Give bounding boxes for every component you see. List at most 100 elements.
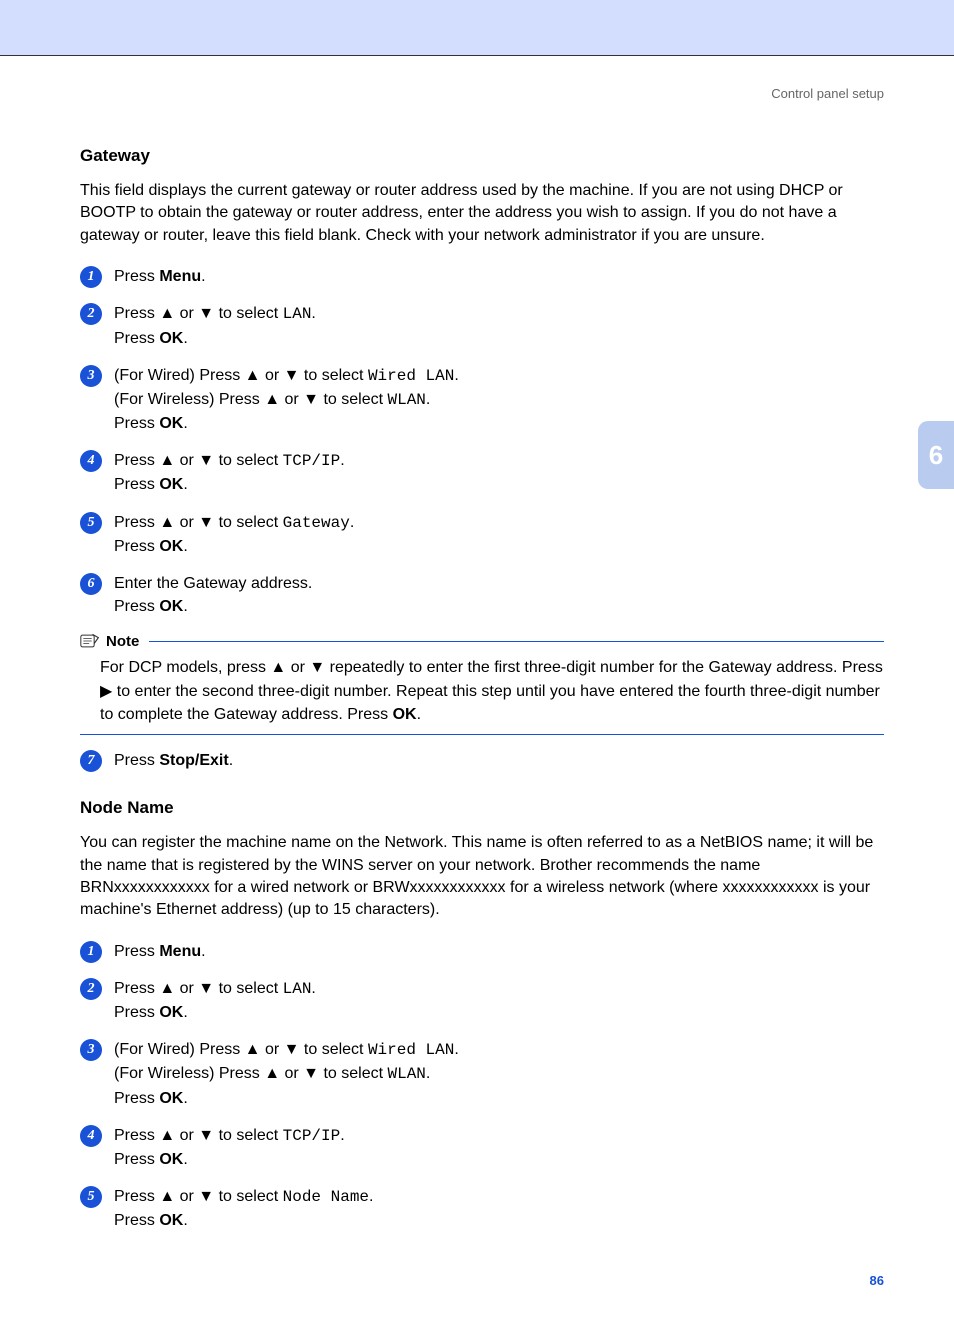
gateway-step-3: 3 (For Wired) Press ▲ or ▼ to select Wir… [80,364,884,436]
step-mono: LAN [283,305,312,323]
nodename-step-1: 1 Press Menu. [80,940,884,963]
step-text: (For Wireless) Press ▲ or ▼ to select [114,391,388,408]
step-bullet: 4 [80,1125,102,1147]
step-bullet: 7 [80,750,102,772]
step-bullet: 2 [80,978,102,1000]
note-ok: OK [393,706,417,723]
step-text: . [454,367,458,384]
step-text: (For Wired) Press ▲ or ▼ to select [114,1041,368,1058]
step-menu-label: Menu [159,268,201,285]
step-text: Press [114,752,159,769]
note-text: For DCP models, press ▲ or ▼ repeatedly … [100,659,883,722]
nodename-step-3: 3 (For Wired) Press ▲ or ▼ to select Wir… [80,1038,884,1110]
ok-label: OK [159,598,183,615]
note-block: Note For DCP models, press ▲ or ▼ repeat… [80,632,884,735]
page-number: 86 [80,1273,884,1288]
step-mono: Wired LAN [368,1041,454,1059]
step-body: Press ▲ or ▼ to select LAN. Press OK. [114,302,884,349]
step-body: Enter the Gateway address. Press OK. [114,572,884,618]
step-text: Press ▲ or ▼ to select [114,980,283,997]
step-body: Press Menu. [114,940,884,963]
step-body: Press ▲ or ▼ to select Node Name. Press … [114,1185,884,1232]
step-text: Press ▲ or ▼ to select [114,1188,283,1205]
step-text: Enter the Gateway address. [114,572,884,595]
step-body: Press ▲ or ▼ to select Gateway. Press OK… [114,511,884,558]
gateway-step-4: 4 Press ▲ or ▼ to select TCP/IP. Press O… [80,449,884,496]
step-mono: Node Name [283,1188,369,1206]
ok-label: OK [159,415,183,432]
note-body: For DCP models, press ▲ or ▼ repeatedly … [80,656,884,726]
step-body: (For Wired) Press ▲ or ▼ to select Wired… [114,1038,884,1110]
step-mono: Wired LAN [368,367,454,385]
step-text: (For Wireless) Press ▲ or ▼ to select [114,1065,388,1082]
gateway-step-6: 6 Enter the Gateway address. Press OK. [80,572,884,618]
ok-label: OK [159,476,183,493]
ok-label: OK [159,538,183,555]
step-text: . [311,980,315,997]
chapter-tab: 6 [918,421,954,489]
step-mono: WLAN [388,1065,426,1083]
step-body: Press ▲ or ▼ to select TCP/IP. Press OK. [114,1124,884,1171]
step-text: . [454,1041,458,1058]
ok-label: OK [159,1151,183,1168]
step-text: . [350,514,354,531]
step-text: . [340,452,344,469]
note-label: Note [106,633,139,650]
step-mono: LAN [283,980,312,998]
step-bullet: 4 [80,450,102,472]
step-text: Press [114,268,159,285]
gateway-step-5: 5 Press ▲ or ▼ to select Gateway. Press … [80,511,884,558]
step-text: . [229,752,233,769]
step-body: (For Wired) Press ▲ or ▼ to select Wired… [114,364,884,436]
step-bullet: 3 [80,365,102,387]
step-body: Press ▲ or ▼ to select LAN. Press OK. [114,977,884,1024]
note-rule [149,641,884,642]
note-end-rule [80,734,884,735]
ok-label: OK [159,1004,183,1021]
step-text: . [201,268,205,285]
ok-label: OK [159,1090,183,1107]
step-menu-label: Menu [159,943,201,960]
note-text: . [417,706,421,723]
step-bullet: 5 [80,1186,102,1208]
ok-label: OK [159,1212,183,1229]
step-text: Press [114,1004,159,1021]
step-bullet: 3 [80,1039,102,1061]
step-bullet: 6 [80,573,102,595]
step-text: Press ▲ or ▼ to select [114,1127,283,1144]
step-bullet: 5 [80,512,102,534]
step-text: Press [114,1090,159,1107]
step-text: . [369,1188,373,1205]
gateway-heading: Gateway [80,146,884,166]
nodename-step-5: 5 Press ▲ or ▼ to select Node Name. Pres… [80,1185,884,1232]
top-banner [0,0,954,56]
ok-label: OK [159,330,183,347]
step-bullet: 2 [80,303,102,325]
step-text: Press [114,330,159,347]
step-text: (For Wired) Press ▲ or ▼ to select [114,367,368,384]
nodename-step-2: 2 Press ▲ or ▼ to select LAN. Press OK. [80,977,884,1024]
step-bullet: 1 [80,266,102,288]
step-text: Press ▲ or ▼ to select [114,514,283,531]
breadcrumb: Control panel setup [80,86,884,101]
step-text: Press ▲ or ▼ to select [114,452,283,469]
step-mono: WLAN [388,391,426,409]
step-text: . [340,1127,344,1144]
step-text: Press [114,415,159,432]
step-mono: TCP/IP [283,1127,341,1145]
step-text: Press [114,476,159,493]
nodename-heading: Node Name [80,798,884,818]
step-mono: TCP/IP [283,452,341,470]
step-text: . [311,305,315,322]
step-text: Press [114,943,159,960]
step-mono: Gateway [283,514,350,532]
step-body: Press ▲ or ▼ to select TCP/IP. Press OK. [114,449,884,496]
step-text: Press [114,598,159,615]
step-text: Press [114,1151,159,1168]
step-text: Press ▲ or ▼ to select [114,305,283,322]
step-text: . [426,391,430,408]
step-body: Press Menu. [114,265,884,288]
nodename-step-4: 4 Press ▲ or ▼ to select TCP/IP. Press O… [80,1124,884,1171]
nodename-intro: You can register the machine name on the… [80,832,884,922]
step-bullet: 1 [80,941,102,963]
